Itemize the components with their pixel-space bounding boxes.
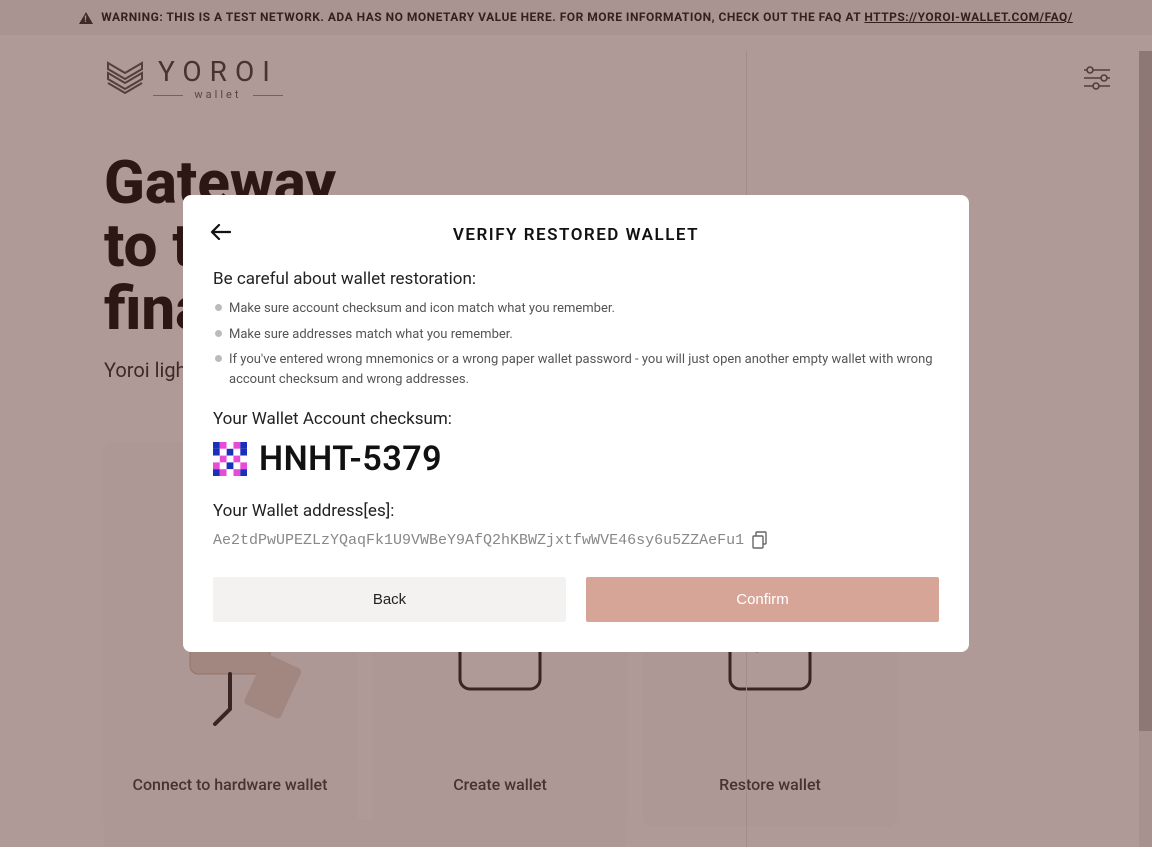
back-arrow-icon[interactable] <box>209 223 231 241</box>
verify-restored-wallet-modal: VERIFY RESTORED WALLET Be careful about … <box>183 195 969 652</box>
modal-bullet: If you've entered wrong mnemonics or a w… <box>213 350 939 389</box>
addresses-label: Your Wallet address[es]: <box>213 501 939 521</box>
modal-title: VERIFY RESTORED WALLET <box>213 225 939 245</box>
checksum-label: Your Wallet Account checksum: <box>213 409 939 429</box>
modal-buttons: Back Confirm <box>213 577 939 622</box>
modal-careful-text: Be careful about wallet restoration: <box>213 269 939 289</box>
copy-icon[interactable] <box>752 531 768 549</box>
modal-bullet: Make sure account checksum and icon matc… <box>213 299 939 319</box>
modal-overlay: VERIFY RESTORED WALLET Be careful about … <box>0 0 1152 847</box>
modal-bullet: Make sure addresses match what you remem… <box>213 325 939 345</box>
checksum-row: HNHT-5379 <box>213 439 939 479</box>
checksum-identicon-icon <box>213 442 247 476</box>
back-button[interactable]: Back <box>213 577 566 622</box>
address-row: Ae2tdPwUPEZLzYQaqFk1U9VWBeY9AfQ2hKBWZjxt… <box>213 531 939 549</box>
wallet-address: Ae2tdPwUPEZLzYQaqFk1U9VWBeY9AfQ2hKBWZjxt… <box>213 532 744 549</box>
modal-bullet-list: Make sure account checksum and icon matc… <box>213 299 939 389</box>
confirm-button[interactable]: Confirm <box>586 577 939 622</box>
checksum-code: HNHT-5379 <box>259 439 442 479</box>
